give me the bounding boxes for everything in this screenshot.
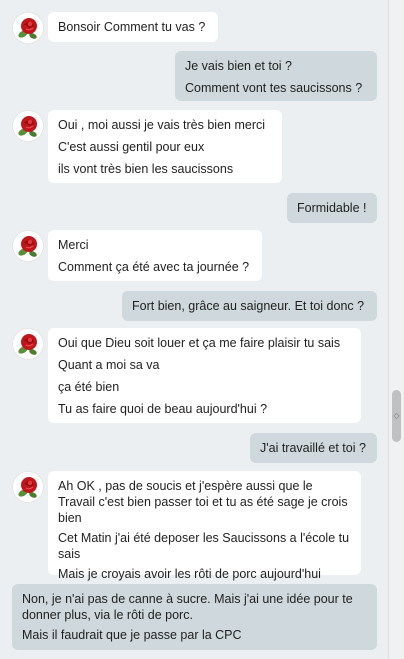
message-text: Oui , moi aussi je vais très bien merci xyxy=(58,118,266,132)
message-text: ils vont très bien les saucissons xyxy=(58,162,234,176)
message-text: Merci xyxy=(58,238,89,252)
message-text: Ah OK , pas de soucis et j'espère aussi … xyxy=(58,479,348,525)
rose-avatar-icon xyxy=(12,110,44,142)
scroll-grip-icon: ◇ xyxy=(393,411,400,420)
message-text: Mais je croyais avoir les rôti de porc a… xyxy=(58,567,321,581)
message-bubble-incoming: Bonsoir Comment tu vas ? xyxy=(48,12,218,42)
message-bubble-incoming: Merci Comment ça été avec ta journée ? xyxy=(48,230,262,281)
message-text: Bonsoir Comment tu vas ? xyxy=(58,20,206,34)
message-bubble-outgoing: J'ai travaillé et toi ? xyxy=(250,433,377,463)
message-bubble-incoming: Oui que Dieu soit louer et ça me faire p… xyxy=(48,328,361,423)
rose-avatar-icon xyxy=(12,230,44,262)
message-text: Cet Matin j'ai été deposer les Saucisson… xyxy=(58,531,350,561)
rose-avatar-icon xyxy=(12,471,44,503)
message-text: Comment ça été avec ta journée ? xyxy=(58,260,250,274)
message-bubble-incoming: Oui , moi aussi je vais très bien merci … xyxy=(48,110,282,183)
message-text: Comment vont tes saucissons ? xyxy=(185,81,363,95)
message-text: Oui que Dieu soit louer et ça me faire p… xyxy=(58,336,341,350)
message-text: C'est aussi gentil pour eux xyxy=(58,140,205,154)
scrollbar[interactable]: ◇ xyxy=(388,0,404,659)
message-text: Mais il faudrait que je passe par la CPC xyxy=(22,628,242,642)
chat-thread: Bonsoir Comment tu vas ? Je vais bien et… xyxy=(0,0,388,659)
message-bubble-outgoing: Formidable ! xyxy=(287,193,377,223)
message-text: ça été bien xyxy=(58,380,120,394)
message-text: Non, je n'ai pas de canne à sucre. Mais … xyxy=(22,592,353,622)
message-text: Fort bien, grâce au saigneur. Et toi don… xyxy=(132,299,365,313)
message-bubble-outgoing-long: Non, je n'ai pas de canne à sucre. Mais … xyxy=(12,584,377,650)
message-text: Formidable ! xyxy=(297,201,367,215)
rose-avatar-icon xyxy=(12,328,44,360)
message-text: J'ai travaillé et toi ? xyxy=(260,441,366,455)
message-text: Tu as faire quoi de beau aujourd'hui ? xyxy=(58,402,268,416)
message-text: Je vais bien et toi ? xyxy=(185,59,293,73)
message-bubble-outgoing: Je vais bien et toi ? Comment vont tes s… xyxy=(175,51,377,101)
rose-avatar-icon xyxy=(12,12,44,44)
message-text: Quant a moi sa va xyxy=(58,358,160,372)
message-bubble-incoming: Ah OK , pas de soucis et j'espère aussi … xyxy=(48,471,361,581)
message-bubble-outgoing: Fort bien, grâce au saigneur. Et toi don… xyxy=(122,291,377,321)
